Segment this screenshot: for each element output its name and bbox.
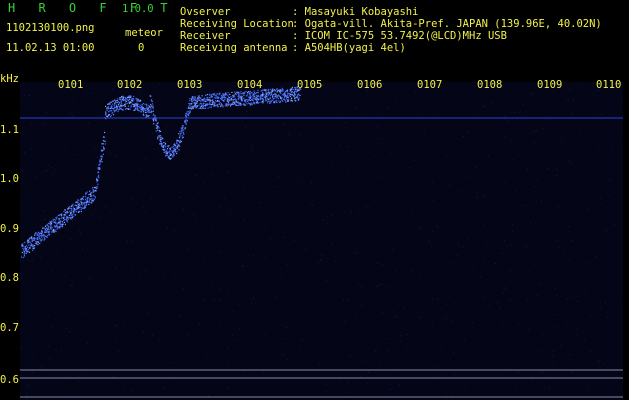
time-tick-label: 0104: [237, 79, 263, 91]
signal-trace: [21, 86, 302, 258]
time-tick-label: 0106: [357, 79, 383, 91]
observer-value: : Masayuki Kobayashi: [292, 6, 419, 18]
count-label: 0: [138, 42, 145, 54]
time-tick-label: 0110: [596, 79, 622, 91]
mode-label: meteor: [125, 27, 163, 39]
location-value: : Ogata-vill. Akita-Pref. JAPAN (139.96E…: [292, 18, 602, 30]
version-label: 1.0.0: [122, 3, 154, 15]
y-tick-label: 1.1: [0, 124, 19, 136]
axis-unit-label: kHz: [0, 73, 19, 85]
receiver-value: : ICOM IC-575 53.7492(@LCD)MHz USB: [292, 30, 507, 42]
observer-label: Ovserver: [180, 6, 231, 18]
filename-label: 1102130100.png: [6, 22, 95, 34]
time-tick-label: 0108: [477, 79, 503, 91]
y-tick-label: 1.0: [0, 173, 19, 185]
time-tick-label: 0102: [117, 79, 143, 91]
y-tick-label: 0.6: [0, 374, 19, 386]
time-tick-label: 0109: [537, 79, 563, 91]
y-tick-label: 0.8: [0, 272, 19, 284]
noise-layer: [20, 82, 622, 400]
datetime-label: 11.02.13 01:00: [6, 42, 95, 54]
time-tick-label: 0103: [177, 79, 203, 91]
location-label: Receiving Location: [180, 18, 294, 30]
spectrogram-plot: [20, 82, 623, 400]
y-tick-label: 0.7: [0, 322, 19, 334]
y-tick-label: 0.9: [0, 223, 19, 235]
time-tick-label: 0101: [58, 79, 84, 91]
time-tick-label: 0107: [417, 79, 443, 91]
antenna-value: : A504HB(yagi 4el): [292, 42, 406, 54]
antenna-label: Receiving antenna: [180, 42, 288, 54]
time-tick-label: 0105: [297, 79, 323, 91]
receiver-label: Receiver: [180, 30, 231, 42]
